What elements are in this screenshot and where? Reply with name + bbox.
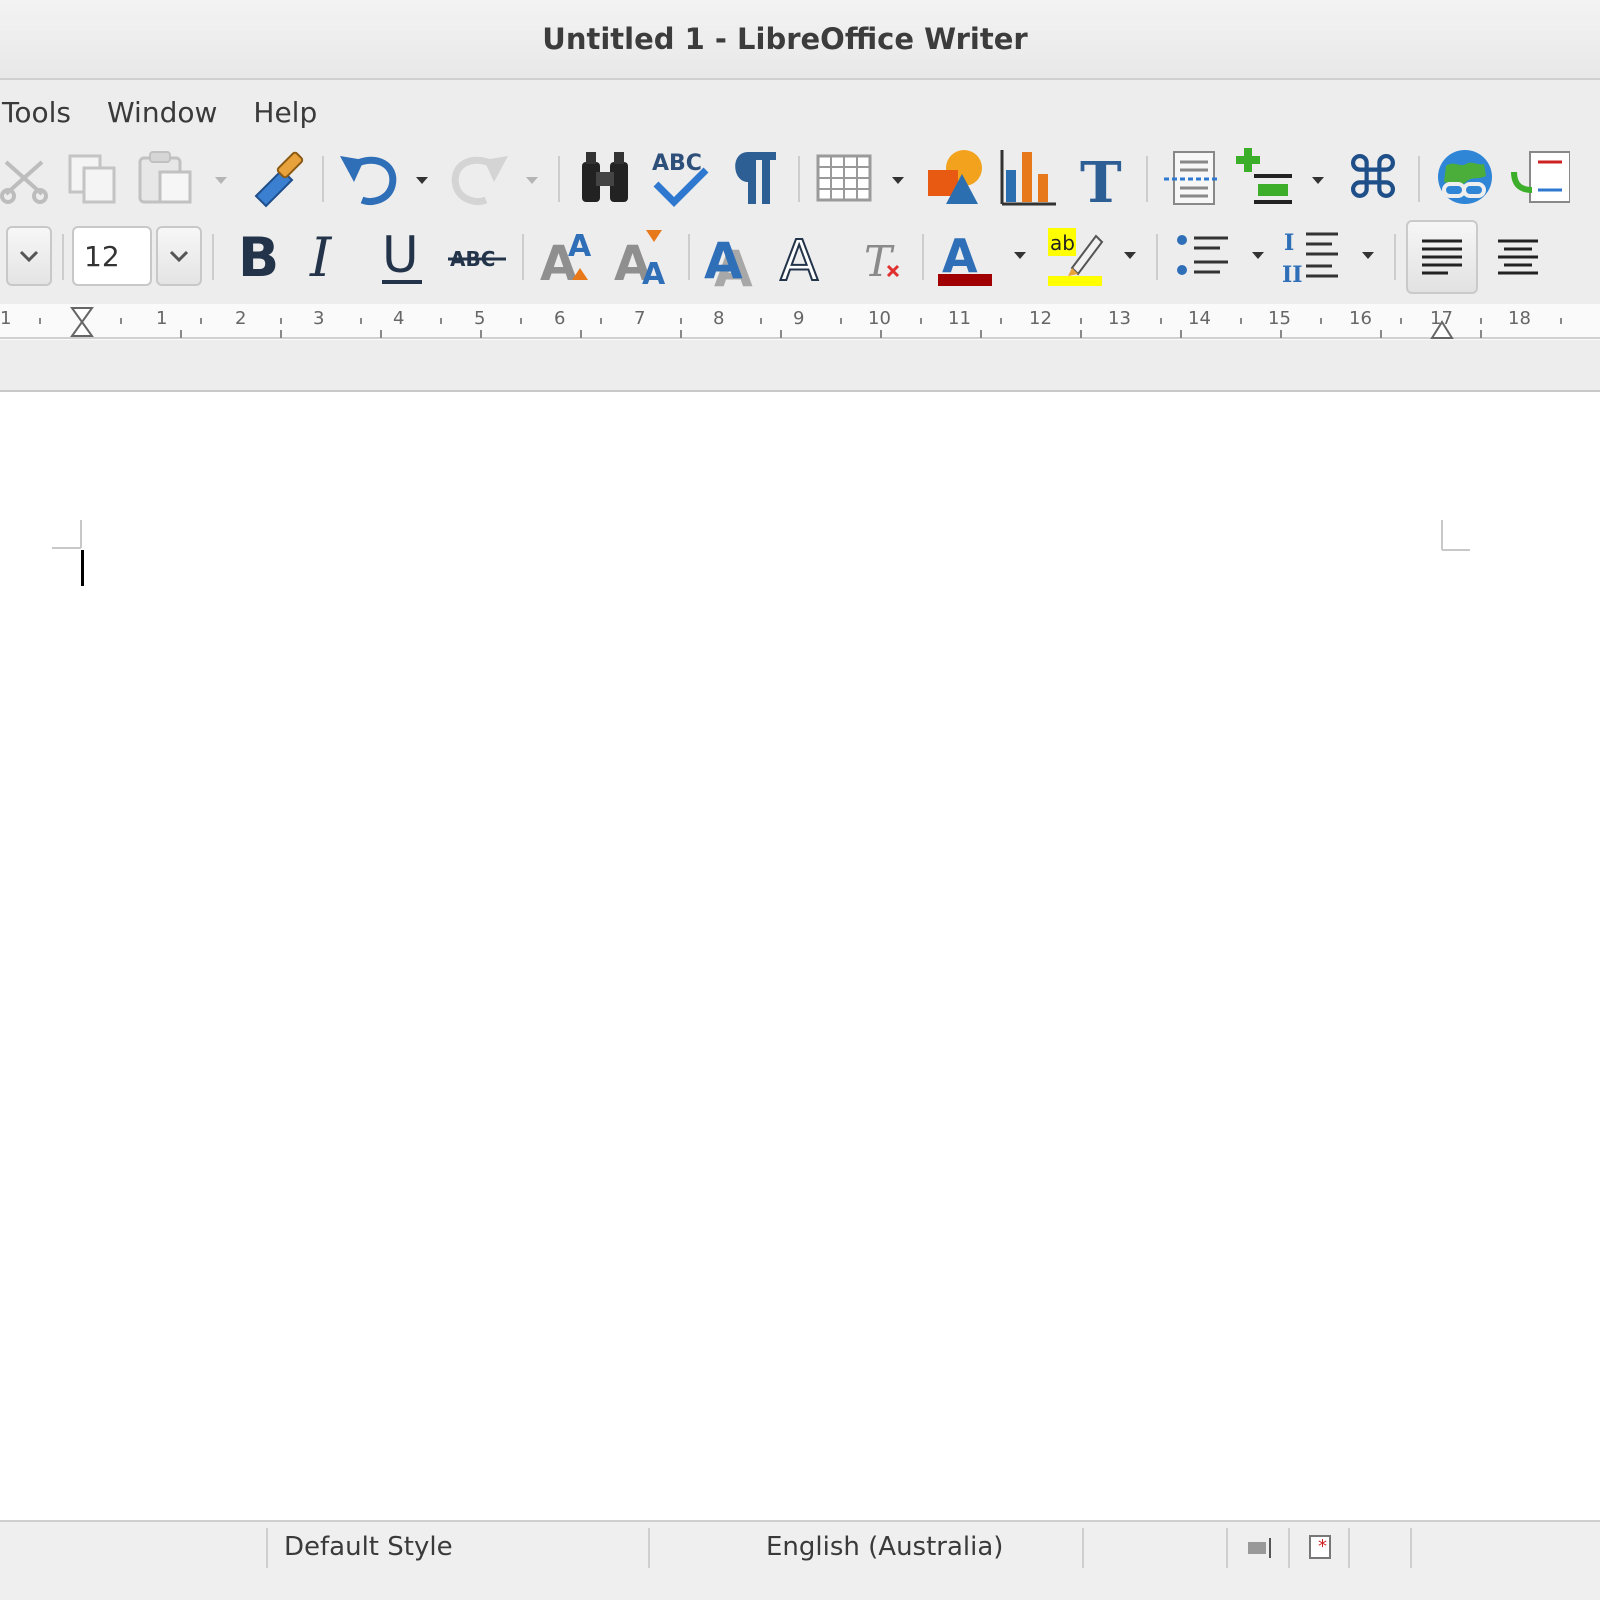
strikethrough-icon[interactable]: ABC [446, 224, 508, 288]
ruler-label: 10 [868, 308, 891, 329]
left-indent-marker [70, 307, 94, 337]
formatting-marks-icon[interactable] [726, 148, 782, 208]
highlight-icon[interactable]: ab [1044, 224, 1106, 288]
insert-chart-icon[interactable] [998, 146, 1060, 208]
outline-icon[interactable]: A [776, 224, 836, 288]
ruler-label: 4 [393, 308, 405, 329]
insert-field-icon[interactable] [1234, 146, 1296, 208]
ruler-label: 14 [1188, 308, 1211, 329]
ruler-label: 1 [156, 308, 168, 329]
cut-icon[interactable] [0, 150, 50, 206]
insert-image-icon[interactable] [924, 146, 986, 208]
insert-footnote-icon[interactable] [1508, 146, 1570, 208]
application-chrome: Tools Window Help ABC T ⌘ 12 B I U ABC A… [0, 80, 1600, 392]
font-name-dropdown-button[interactable] [6, 226, 52, 286]
status-bar: Default Style English (Australia) * [0, 1520, 1600, 1600]
svg-text:B: B [238, 226, 279, 288]
copy-icon[interactable] [66, 150, 120, 206]
align-center-icon[interactable] [1490, 226, 1546, 288]
insert-mode-icon[interactable] [1244, 1534, 1276, 1562]
font-size-dropdown-button[interactable] [156, 226, 202, 286]
spelling-icon[interactable]: ABC [648, 146, 710, 208]
insert-special-character-icon[interactable]: ⌘ [1342, 146, 1404, 208]
ruler-label: 8 [713, 308, 725, 329]
bold-icon[interactable]: B [232, 224, 288, 288]
svg-text:I: I [309, 226, 333, 288]
svg-text:*: * [1318, 1536, 1327, 1557]
menu-help[interactable]: Help [253, 96, 317, 129]
svg-text:T: T [1080, 150, 1122, 208]
horizontal-ruler[interactable]: 1 1 2 3 4 5 6 7 8 9 10 11 12 13 14 15 16… [0, 304, 1600, 340]
text-boundaries [52, 520, 1470, 551]
svg-text:A: A [780, 229, 818, 288]
ruler-label: 13 [1108, 308, 1131, 329]
ruler-label: 5 [474, 308, 486, 329]
font-size-input[interactable]: 12 [72, 226, 152, 286]
menu-bar: Tools Window Help [0, 80, 353, 144]
font-size-value: 12 [84, 239, 120, 273]
document-page[interactable] [0, 392, 1600, 1520]
undo-icon[interactable] [336, 148, 402, 208]
text-cursor [81, 550, 84, 586]
insert-table-icon[interactable] [814, 150, 874, 206]
insert-text-box-icon[interactable]: T [1074, 148, 1130, 208]
ruler-label: 11 [948, 308, 971, 329]
ruler-label: 2 [235, 308, 247, 329]
insert-hyperlink-icon[interactable] [1434, 146, 1496, 208]
font-color-icon[interactable]: A [934, 224, 996, 288]
svg-text:A: A [704, 232, 743, 288]
ruler-label: 9 [793, 308, 805, 329]
superscript-icon[interactable]: AA [538, 224, 602, 288]
shadow-icon[interactable]: AA [702, 224, 764, 288]
page-style-status[interactable]: Default Style [284, 1532, 453, 1562]
insert-page-break-icon[interactable] [1160, 148, 1222, 208]
underline-icon[interactable]: U [376, 224, 432, 288]
menu-tools[interactable]: Tools [2, 96, 71, 129]
window-title: Untitled 1 - LibreOffice Writer [542, 22, 1028, 56]
subscript-icon[interactable]: AA [612, 224, 676, 288]
language-status[interactable]: English (Australia) [766, 1532, 1003, 1562]
document-modified-icon[interactable]: * [1304, 1532, 1336, 1562]
svg-text:ab: ab [1050, 231, 1075, 255]
ruler-label: 16 [1349, 308, 1372, 329]
find-replace-icon[interactable] [576, 148, 634, 208]
menu-window[interactable]: Window [107, 96, 217, 129]
ruler-label: 18 [1508, 308, 1531, 329]
align-left-icon[interactable] [1406, 220, 1478, 294]
svg-text:I: I [1284, 230, 1294, 256]
svg-text:U: U [382, 226, 419, 284]
svg-text:⌘: ⌘ [1344, 146, 1402, 208]
italic-icon[interactable]: I [302, 224, 358, 288]
title-bar: Untitled 1 - LibreOffice Writer [0, 0, 1600, 80]
formatting-toolbar: 12 B I U ABC AA AA AA A T A ab I II [0, 220, 1600, 298]
ruler-label: 3 [313, 308, 325, 329]
ruler-label: 1 [0, 308, 12, 329]
unordered-list-icon[interactable] [1172, 224, 1232, 288]
standard-toolbar: ABC T ⌘ [0, 142, 1600, 218]
ruler-label: 7 [634, 308, 646, 329]
paste-icon[interactable] [136, 150, 198, 206]
ruler-label: 6 [554, 308, 566, 329]
svg-text:ABC: ABC [652, 151, 702, 176]
svg-text:II: II [1282, 262, 1303, 288]
clone-formatting-icon[interactable] [248, 148, 310, 208]
svg-text:A: A [642, 257, 666, 288]
svg-text:A: A [568, 229, 592, 264]
redo-icon[interactable] [446, 148, 512, 208]
ruler-label: 17 [1430, 308, 1453, 329]
ruler-label: 12 [1029, 308, 1052, 329]
ordered-list-icon[interactable]: I II [1282, 224, 1342, 288]
clear-formatting-icon[interactable]: T [856, 224, 912, 288]
ruler-label: 15 [1268, 308, 1291, 329]
svg-text:T: T [864, 237, 895, 286]
